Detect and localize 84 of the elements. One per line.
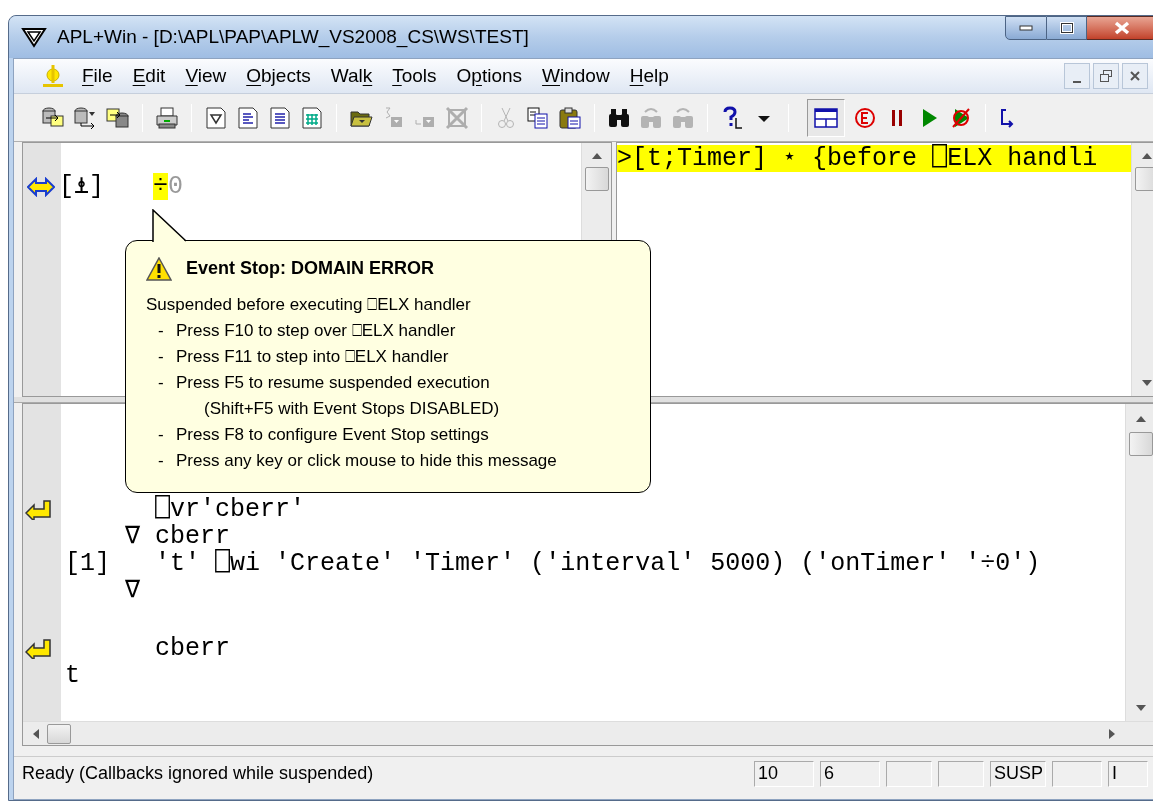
close-icon bbox=[1129, 70, 1141, 82]
circled-letter-icon[interactable] bbox=[853, 105, 877, 130]
tooltip-text: Press F11 to step into ⎕ELX handler bbox=[176, 346, 449, 368]
scroll-thumb[interactable] bbox=[1128, 432, 1153, 456]
status-panel: I bbox=[1108, 760, 1148, 787]
left-arrow-icon[interactable] bbox=[33, 728, 39, 739]
menu-item[interactable]: File bbox=[72, 61, 123, 91]
status-panel bbox=[886, 760, 932, 787]
scroll-thumb[interactable] bbox=[1134, 167, 1153, 191]
horizontal-scrollbar[interactable] bbox=[23, 721, 1153, 745]
status-panel: 6 bbox=[820, 760, 880, 787]
tooltip-text: Press any key or click mouse to hide this message bbox=[176, 450, 557, 472]
document-icon[interactable] bbox=[236, 105, 260, 130]
code-line: ∇ bbox=[124, 577, 141, 604]
return-arrow-icon bbox=[25, 638, 51, 659]
bullet-dash: - bbox=[157, 320, 165, 342]
menu-item[interactable]: Walk bbox=[320, 61, 383, 91]
document-icon[interactable] bbox=[268, 105, 292, 130]
menu-item[interactable]: Edit bbox=[122, 61, 176, 91]
close-icon bbox=[1113, 21, 1130, 35]
window-title: APL+Win - [D:\APL\PAP\APLW_VS2008_CS\WS\TEST] bbox=[57, 24, 529, 50]
menu-item[interactable]: Help bbox=[619, 61, 679, 91]
triangle-document-icon[interactable] bbox=[204, 105, 228, 130]
maximize-icon bbox=[1059, 22, 1074, 34]
menu-item[interactable]: Options bbox=[446, 61, 533, 91]
menu-item[interactable]: Window bbox=[532, 61, 620, 91]
menu-item[interactable]: Objects bbox=[236, 61, 321, 91]
grid-document-icon[interactable] bbox=[300, 105, 324, 130]
bullet-dash: - bbox=[157, 424, 165, 446]
scroll-thumb[interactable] bbox=[584, 167, 609, 191]
down-arrow-icon[interactable] bbox=[1141, 380, 1152, 386]
tooltip-text: (Shift+F5 with Event Stops DISABLED) bbox=[203, 398, 500, 420]
toggle-button[interactable] bbox=[807, 98, 845, 137]
bullet-dash: - bbox=[157, 372, 165, 394]
scroll-thumb[interactable] bbox=[47, 723, 71, 744]
return-arrow-icon bbox=[25, 499, 51, 520]
tooltip-title: Event Stop: DOMAIN ERROR bbox=[186, 257, 434, 280]
warning-icon bbox=[146, 256, 172, 281]
status-panel bbox=[1052, 760, 1102, 787]
highlighted-symbol: ÷ bbox=[153, 173, 168, 200]
bullet-dash: - bbox=[157, 346, 165, 368]
window-layout-icon bbox=[814, 105, 838, 130]
tooltip-text: Press F8 to configure Event Stop settings bbox=[176, 424, 489, 446]
code-text: 0 bbox=[168, 173, 184, 200]
down-arrow-icon[interactable] bbox=[1135, 705, 1146, 711]
cylinder-arrow-icon[interactable] bbox=[74, 105, 98, 130]
up-arrow-icon[interactable] bbox=[1135, 416, 1146, 422]
code-line: ⎕vr'cberr' bbox=[154, 496, 306, 523]
stack-label: [⍎] bbox=[59, 173, 106, 200]
code-line: [1] 't' ⎕wi 'Create' 'Timer' ('interval' 5000) ('onTimer' '÷0') bbox=[65, 550, 1041, 577]
triangle-logo-icon bbox=[21, 26, 47, 48]
clipboard-icon[interactable] bbox=[558, 105, 582, 130]
cylinder-arrow-icon[interactable] bbox=[106, 105, 130, 130]
code-line: cberr bbox=[154, 635, 231, 662]
two-documents-icon[interactable] bbox=[526, 105, 550, 130]
child-minimize-button[interactable] bbox=[1064, 63, 1090, 89]
menu-item[interactable]: Tools bbox=[382, 61, 447, 91]
status-panel bbox=[938, 760, 984, 787]
printer-icon[interactable] bbox=[155, 105, 179, 130]
maximize-button[interactable] bbox=[1047, 16, 1087, 40]
up-arrow-icon[interactable] bbox=[591, 153, 602, 159]
restore-icon bbox=[1100, 70, 1112, 82]
vertical-scrollbar[interactable] bbox=[1131, 143, 1153, 396]
double-arrow-icon bbox=[27, 176, 55, 197]
status-panel: SUSP bbox=[990, 760, 1046, 787]
right-arrow-icon[interactable] bbox=[1109, 728, 1115, 739]
up-arrow-icon[interactable] bbox=[1141, 153, 1152, 159]
child-restore-button[interactable] bbox=[1093, 63, 1119, 89]
cylinder-arrow-icon[interactable] bbox=[42, 105, 66, 130]
vertical-scrollbar[interactable] bbox=[1125, 404, 1153, 721]
child-close-button[interactable] bbox=[1122, 63, 1148, 89]
minimize-button[interactable] bbox=[1005, 16, 1047, 40]
status-panel: 10 bbox=[754, 760, 814, 787]
tooltip-text: Suspended before executing ⎕ELX handler bbox=[146, 294, 472, 316]
close-button[interactable] bbox=[1087, 16, 1153, 40]
tooltip-text: Press F5 to resume suspended execution bbox=[176, 372, 490, 394]
status-message: Ready (Callbacks ignored while suspended) bbox=[22, 762, 375, 785]
tooltip-text: Press F10 to step over ⎕ELX handler bbox=[176, 320, 456, 342]
menu-item[interactable]: View bbox=[175, 61, 237, 91]
minimize-icon bbox=[1073, 81, 1081, 83]
code-line: ∇ cberr bbox=[124, 523, 231, 550]
bullet-dash: - bbox=[157, 450, 165, 472]
code-line: t bbox=[65, 662, 80, 689]
minimize-icon bbox=[1019, 25, 1033, 31]
